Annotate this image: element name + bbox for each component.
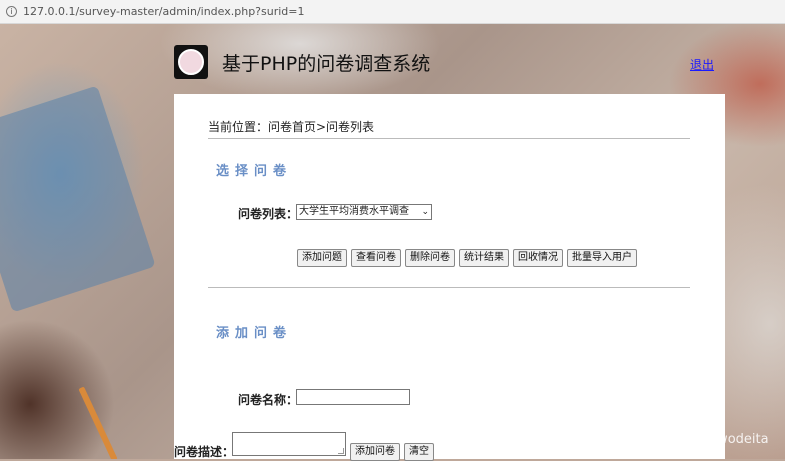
- clear-button[interactable]: 清空: [404, 443, 434, 461]
- survey-name-input[interactable]: [296, 389, 410, 405]
- recovery-button[interactable]: 回收情况: [513, 249, 563, 267]
- add-survey-buttons: 添加问卷 清空: [350, 443, 434, 461]
- chevron-down-icon: ⌄: [421, 207, 429, 217]
- import-users-button[interactable]: 批量导入用户: [567, 249, 637, 267]
- main-panel: 当前位置：问卷首页>问卷列表 选择问卷 问卷列表： 大学生平均消费水平调查 ⌄ …: [174, 94, 725, 461]
- select-section-title: 选择问卷: [216, 164, 293, 179]
- site-title: 基于PHP的问卷调查系统: [222, 53, 431, 75]
- watermark: https://blog.csdn.net/wodeita: [578, 432, 769, 447]
- add-section-title: 添加问卷: [216, 326, 293, 341]
- statistics-button[interactable]: 统计结果: [459, 249, 509, 267]
- survey-action-buttons: 添加问题 查看问卷 删除问卷 统计结果 回收情况 批量导入用户: [297, 249, 637, 267]
- url-text[interactable]: 127.0.0.1/survey-master/admin/index.php?…: [23, 5, 305, 18]
- survey-name-label: 问卷名称：: [238, 393, 299, 407]
- info-icon[interactable]: i: [6, 6, 17, 17]
- survey-desc-textarea[interactable]: [232, 432, 346, 456]
- add-survey-button[interactable]: 添加问卷: [350, 443, 400, 461]
- survey-desc-label: 问卷描述：: [174, 445, 235, 459]
- divider: [208, 138, 690, 139]
- add-question-button[interactable]: 添加问题: [297, 249, 347, 267]
- delete-survey-button[interactable]: 删除问卷: [405, 249, 455, 267]
- survey-list-label: 问卷列表：: [238, 207, 299, 221]
- breadcrumb: 当前位置：问卷首页>问卷列表: [208, 120, 375, 134]
- address-bar[interactable]: i 127.0.0.1/survey-master/admin/index.ph…: [0, 0, 785, 24]
- divider: [208, 287, 690, 288]
- logout-link[interactable]: 退出: [690, 56, 714, 73]
- view-survey-button[interactable]: 查看问卷: [351, 249, 401, 267]
- survey-select[interactable]: 大学生平均消费水平调查 ⌄: [296, 204, 432, 220]
- site-logo: [174, 45, 208, 79]
- survey-select-value: 大学生平均消费水平调查: [299, 206, 409, 217]
